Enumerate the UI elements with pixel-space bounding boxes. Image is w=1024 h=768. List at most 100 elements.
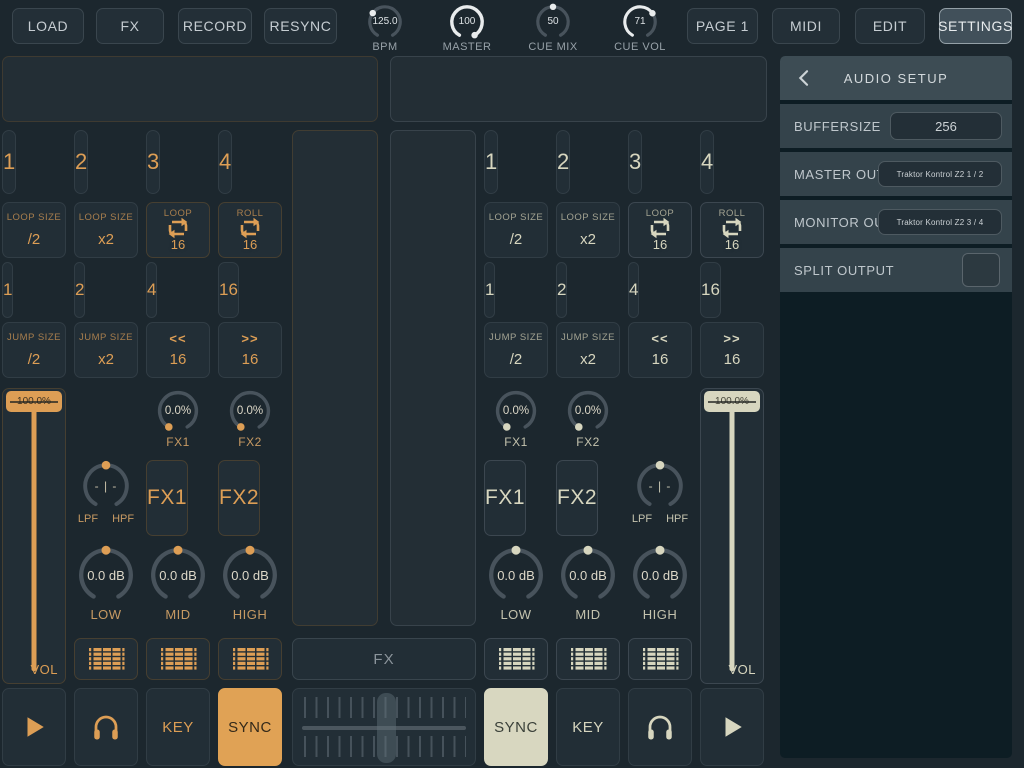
- deck-a-eq-low-knob[interactable]: 0.0 dB LOW: [74, 544, 138, 636]
- deck-a-jump-16[interactable]: 16: [218, 262, 239, 318]
- hpf-label: HPF: [666, 513, 688, 525]
- deck-a-loop-size-halve-button[interactable]: LOOP SIZE /2: [2, 202, 66, 258]
- midi-button[interactable]: MIDI: [772, 8, 840, 44]
- deck-a-headphones-button[interactable]: [74, 688, 138, 766]
- deck-a-hotcue-3[interactable]: 3: [146, 130, 160, 194]
- cue-mix-knob-indicator: [550, 4, 556, 10]
- deck-b-volume-handle[interactable]: 100.0%: [704, 391, 760, 412]
- deck-a-eq-mid-knob[interactable]: 0.0 dB MID: [146, 544, 210, 636]
- buffersize-value[interactable]: 256: [890, 112, 1002, 140]
- deck-a-jump-2[interactable]: 2: [74, 262, 85, 318]
- deck-b-track-display: [390, 56, 767, 122]
- deck-b-eq-high-knob[interactable]: 0.0 dB HIGH: [628, 544, 692, 636]
- deck-a-sync-button[interactable]: SYNC: [218, 688, 282, 766]
- deck-b-volume-fader[interactable]: 100.0% VOL: [700, 388, 764, 684]
- deck-a-roll-button[interactable]: ROLL 16: [218, 202, 282, 258]
- cue-mix-knob[interactable]: 50 CUE MIX: [518, 3, 588, 51]
- deck-b-roll-button[interactable]: ROLL 16: [700, 202, 764, 258]
- deck-a-eq-high-knob[interactable]: 0.0 dB HIGH: [218, 544, 282, 636]
- deck-b-eq-low-kill-button[interactable]: [484, 638, 548, 680]
- audio-setup-title: AUDIO SETUP: [844, 71, 949, 86]
- deck-b-loop-button[interactable]: LOOP 16: [628, 202, 692, 258]
- fx-panel-button[interactable]: FX: [292, 638, 476, 680]
- deck-b-jump-size-double-button[interactable]: JUMP SIZE x2: [556, 322, 620, 378]
- deck-b-headphones-button[interactable]: [628, 688, 692, 766]
- deck-a-hotcue-2[interactable]: 2: [74, 130, 88, 194]
- headphones-icon: [645, 713, 675, 741]
- edit-button[interactable]: EDIT: [855, 8, 925, 44]
- deck-a-jump-size-halve-button[interactable]: JUMP SIZE /2: [2, 322, 66, 378]
- back-chevron-icon[interactable]: [794, 69, 812, 87]
- deck-a-loop-size-double-button[interactable]: LOOP SIZE x2: [74, 202, 138, 258]
- split-output-row: SPLIT OUTPUT: [780, 248, 1012, 292]
- deck-a-jump-size-double-button[interactable]: JUMP SIZE x2: [74, 322, 138, 378]
- deck-a-loop-button[interactable]: LOOP 16: [146, 202, 210, 258]
- deck-b-hotcue-4[interactable]: 4: [700, 130, 714, 194]
- deck-b-fx1-button[interactable]: FX1: [484, 460, 526, 536]
- cue-mix-label: CUE MIX: [518, 41, 588, 53]
- deck-a-volume-fader[interactable]: 100.0% VOL: [2, 388, 66, 684]
- deck-a-eq-mid-kill-button[interactable]: [146, 638, 210, 680]
- fx-button[interactable]: FX: [96, 8, 164, 44]
- hpf-label: HPF: [112, 513, 134, 525]
- deck-b-key-button[interactable]: KEY: [556, 688, 620, 766]
- monitor-out-value[interactable]: Traktor Kontrol Z2 3 / 4: [878, 209, 1002, 235]
- deck-b-jump-1[interactable]: 1: [484, 262, 495, 318]
- deck-a-fx2-button[interactable]: FX2: [218, 460, 260, 536]
- record-button[interactable]: RECORD: [178, 8, 252, 44]
- deck-b-eq-mid-knob[interactable]: 0.0 dB MID: [556, 544, 620, 636]
- page-1-button[interactable]: PAGE 1: [687, 8, 758, 44]
- deck-a-filter-knob[interactable]: - | - LPF HPF: [74, 460, 138, 536]
- deck-b-jump-2[interactable]: 2: [556, 262, 567, 318]
- master-knob[interactable]: 100 MASTER: [432, 3, 502, 51]
- deck-b-fx2-knob[interactable]: 0.0% FX2: [556, 388, 620, 454]
- deck-b-sync-button[interactable]: SYNC: [484, 688, 548, 766]
- deck-a-jump-back-button[interactable]: << 16: [146, 322, 210, 378]
- deck-a-play-button[interactable]: [2, 688, 66, 766]
- deck-b-fx2-button[interactable]: FX2: [556, 460, 598, 536]
- deck-b-jump-4[interactable]: 4: [628, 262, 639, 318]
- settings-button[interactable]: SETTINGS: [939, 8, 1012, 44]
- cue-vol-knob[interactable]: 71 CUE VOL: [605, 3, 675, 51]
- deck-b-loop-size-halve-button[interactable]: LOOP SIZE /2: [484, 202, 548, 258]
- deck-a-jump-4[interactable]: 4: [146, 262, 157, 318]
- deck-b-eq-low-knob[interactable]: 0.0 dB LOW: [484, 544, 548, 636]
- deck-a-jump-1[interactable]: 1: [2, 262, 13, 318]
- top-bar: LOAD FX RECORD RESYNC 125.0 BPM 100 MAST…: [0, 0, 1024, 52]
- deck-a-volume-track: [32, 401, 37, 671]
- deck-b-play-button[interactable]: [700, 688, 764, 766]
- deck-b-hotcue-1[interactable]: 1: [484, 130, 498, 194]
- deck-b-eq-high-kill-button[interactable]: [628, 638, 692, 680]
- deck-b-fx1-knob[interactable]: 0.0% FX1: [484, 388, 548, 454]
- deck-b-eq-mid-kill-button[interactable]: [556, 638, 620, 680]
- buffersize-row: BUFFERSIZE 256: [780, 104, 1012, 148]
- load-button[interactable]: LOAD: [12, 8, 84, 44]
- master-label: MASTER: [432, 41, 502, 53]
- deck-a-key-button[interactable]: KEY: [146, 688, 210, 766]
- deck-a-fx1-button[interactable]: FX1: [146, 460, 188, 536]
- deck-a-volume-handle[interactable]: 100.0%: [6, 391, 62, 412]
- deck-a-eq-high-kill-button[interactable]: [218, 638, 282, 680]
- crossfader[interactable]: [292, 688, 476, 766]
- deck-b-jump-back-button[interactable]: << 16: [628, 322, 692, 378]
- meter-icon: [158, 646, 198, 672]
- bpm-knob[interactable]: 125.0 BPM: [350, 3, 420, 51]
- deck-b-jump-size-halve-button[interactable]: JUMP SIZE /2: [484, 322, 548, 378]
- deck-a-fx2-knob[interactable]: 0.0% FX2: [218, 388, 282, 454]
- deck-b-loop-size-double-button[interactable]: LOOP SIZE x2: [556, 202, 620, 258]
- deck-b-jump-forward-button[interactable]: >> 16: [700, 322, 764, 378]
- deck-a-fx1-knob[interactable]: 0.0% FX1: [146, 388, 210, 454]
- deck-a-jump-forward-button[interactable]: >> 16: [218, 322, 282, 378]
- deck-b-filter-knob[interactable]: - | - LPF HPF: [628, 460, 692, 536]
- deck-b-hotcue-3[interactable]: 3: [628, 130, 642, 194]
- split-output-checkbox[interactable]: [962, 253, 1000, 287]
- deck-b-jump-16[interactable]: 16: [700, 262, 721, 318]
- deck-a-hotcue-1[interactable]: 1: [2, 130, 16, 194]
- deck-b-hotcue-2[interactable]: 2: [556, 130, 570, 194]
- deck-a-eq-low-kill-button[interactable]: [74, 638, 138, 680]
- master-out-value[interactable]: Traktor Kontrol Z2 1 / 2: [878, 161, 1002, 187]
- crossfader-handle[interactable]: [377, 693, 396, 763]
- audio-setup-panel: AUDIO SETUP BUFFERSIZE 256 MASTER OUT Tr…: [780, 56, 1012, 758]
- deck-a-hotcue-4[interactable]: 4: [218, 130, 232, 194]
- resync-button[interactable]: RESYNC: [264, 8, 337, 44]
